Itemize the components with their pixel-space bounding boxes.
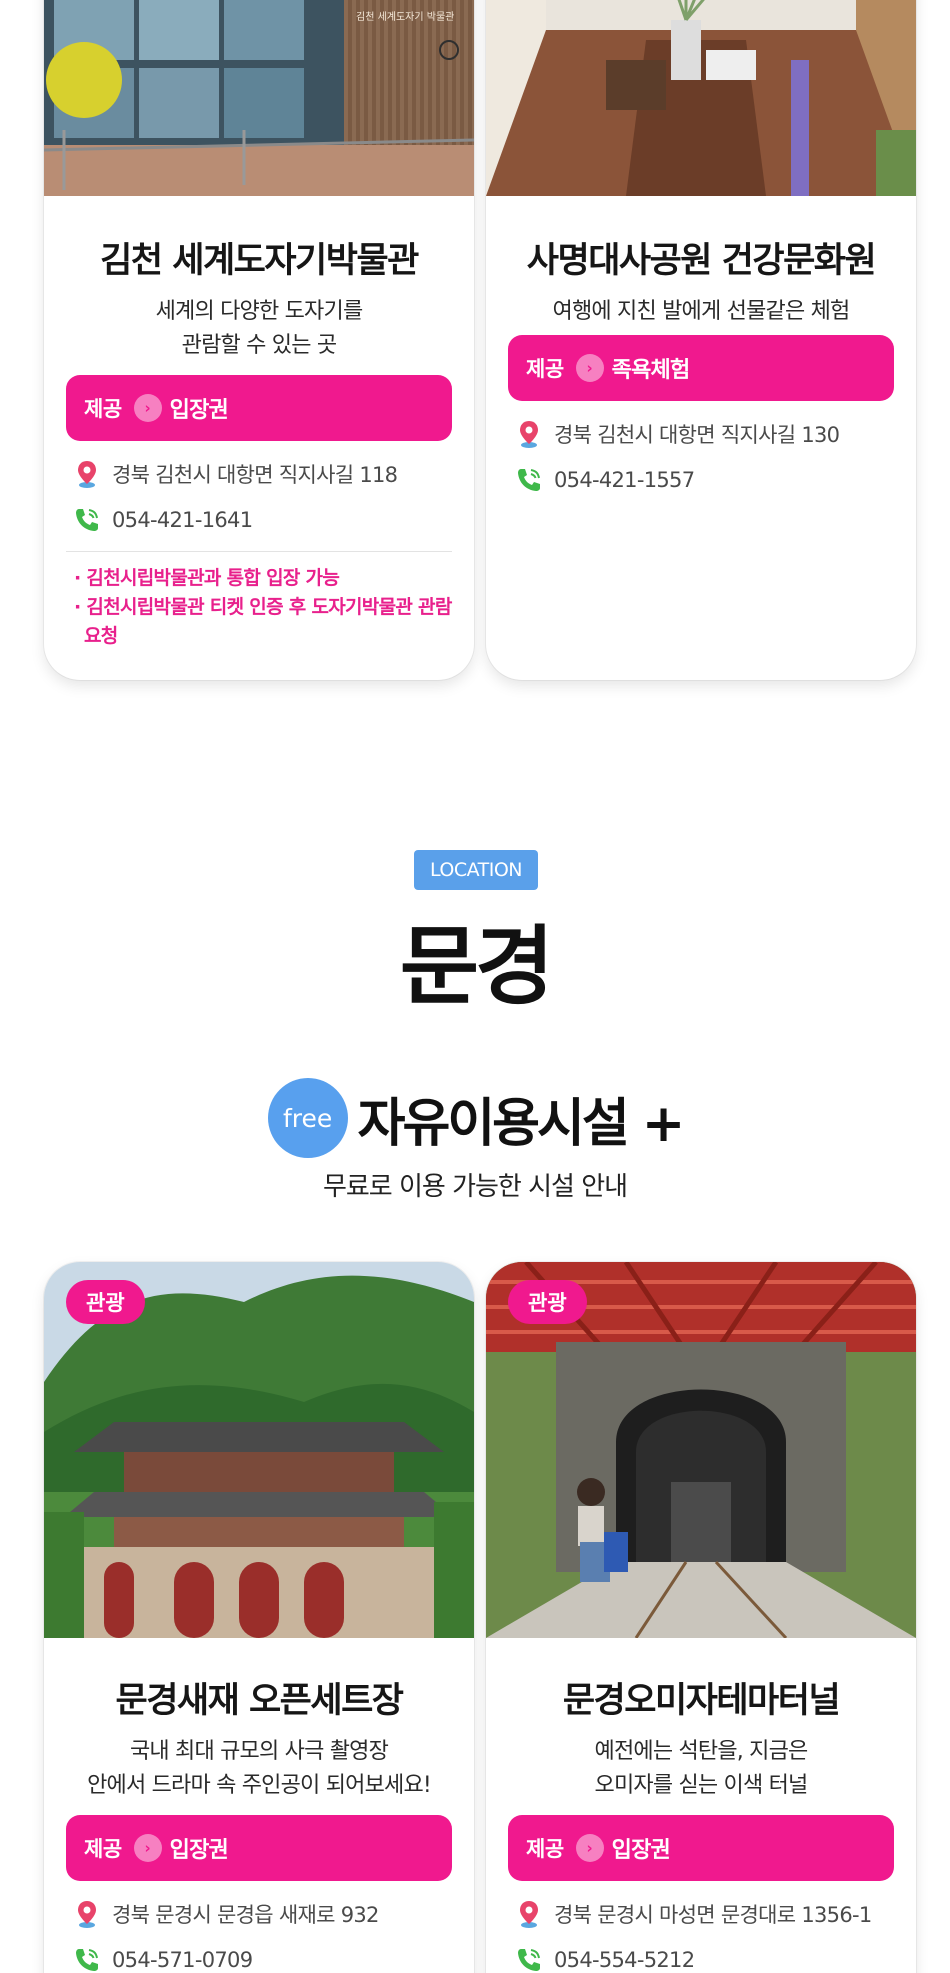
address-text: 경북 문경시 마성면 문경대로 1356-1 [554, 1903, 872, 1927]
phone-row[interactable]: 054-554-5212 [514, 1937, 916, 1973]
foot-bath-photo [486, 0, 916, 196]
map-pin-icon [520, 1901, 538, 1928]
chevron-right-icon: › [575, 1834, 604, 1862]
phone-icon [76, 509, 98, 531]
facility-card-omija-tunnel[interactable]: 관광 문경오미자테마터널 예전에는 석탄을, 지금은 오미자를 싣는 이색 터널… [486, 1262, 916, 1973]
phone-icon [518, 469, 540, 491]
provide-value: 입장권 [169, 1838, 229, 1863]
free-section-title: 자유이용시설 + [357, 1093, 686, 1154]
map-pin-icon [78, 461, 96, 488]
desc-line: 예전에는 석탄을, 지금은 [594, 1739, 809, 1764]
address-row: 경북 김천시 대항면 직지사길 118 [72, 451, 474, 497]
notice-item: · 김천시립박물관과 통합 입장 가능 [74, 567, 340, 589]
card-title: 김천 세계도자기박물관 [100, 241, 419, 281]
card-title: 문경오미자테마터널 [562, 1681, 841, 1721]
provide-benefit-bar: 제공 › 입장권 [66, 1815, 452, 1881]
phone-icon [76, 1949, 98, 1971]
map-pin-icon [78, 1901, 96, 1928]
provide-value: 입장권 [169, 398, 229, 423]
divider [66, 551, 452, 552]
phone-text: 054-421-1641 [112, 508, 253, 532]
provide-label: 제공 [84, 397, 122, 421]
ceramics-museum-photo: 김천 세계도자기 박물관 [44, 0, 474, 196]
chevron-right-icon: › [133, 394, 162, 422]
category-tag: 관광 [508, 1280, 587, 1324]
provide-label: 제공 [526, 1837, 564, 1861]
svg-text:김천 세계도자기 박물관: 김천 세계도자기 박물관 [356, 11, 454, 23]
provide-value: 입장권 [611, 1838, 671, 1863]
region-title: 문경 [399, 917, 554, 1017]
desc-line: 여행에 지친 발에게 선물같은 체험 [552, 299, 851, 324]
notice-item: · 김천시립박물관 티켓 인증 후 도자기박물관 관람 요청 [74, 596, 452, 647]
phone-row[interactable]: 054-421-1641 [72, 497, 474, 543]
card-description: 여행에 지친 발에게 선물같은 체험 [486, 295, 916, 329]
address-text: 경북 문경시 문경읍 새재로 932 [112, 1903, 379, 1927]
card-description: 예전에는 석탄을, 지금은 오미자를 싣는 이색 터널 [486, 1735, 916, 1803]
notice-list: · 김천시립박물관과 통합 입장 가능 · 김천시립박물관 티켓 인증 후 도자… [74, 564, 452, 651]
address-text: 경북 김천시 대항면 직지사길 130 [554, 423, 840, 447]
card-description: 세계의 다양한 도자기를 관람할 수 있는 곳 [44, 295, 474, 363]
facility-card-mungyeong-saejae[interactable]: 관광 문경새재 오픈세트장 국내 최대 규모의 사극 촬영장 안에서 드라마 속… [44, 1262, 474, 1973]
free-section-subtitle: 무료로 이용 가능한 시설 안내 [322, 1172, 628, 1202]
desc-line: 관람할 수 있는 곳 [181, 333, 337, 358]
address-row: 경북 문경시 마성면 문경대로 1356-1 [514, 1891, 916, 1937]
desc-line: 오미자를 싣는 이색 터널 [594, 1773, 809, 1798]
desc-line: 안에서 드라마 속 주인공이 되어보세요! [87, 1773, 432, 1798]
phone-row[interactable]: 054-571-0709 [72, 1937, 474, 1973]
provide-benefit-bar: 제공 › 족욕체험 [508, 335, 894, 401]
desc-line: 세계의 다양한 도자기를 [155, 299, 364, 324]
chevron-right-icon: › [575, 354, 604, 382]
address-row: 경북 김천시 대항면 직지사길 130 [514, 411, 916, 457]
free-facility-header: free 자유이용시설 + [0, 1078, 950, 1158]
category-tag: 관광 [66, 1280, 145, 1324]
address-text: 경북 김천시 대항면 직지사길 118 [112, 463, 398, 487]
open-set-photo: 관광 [44, 1262, 474, 1638]
omija-tunnel-photo: 관광 [486, 1262, 916, 1638]
provide-value: 족욕체험 [611, 358, 691, 383]
provide-label: 제공 [84, 1837, 122, 1861]
facility-card-gimcheon-ceramics[interactable]: 김천 세계도자기 박물관 김천 세계도자기박물관 세계의 다양한 도자기를 관람… [44, 0, 474, 680]
facility-card-samyeong-park[interactable]: 사명대사공원 건강문화원 여행에 지친 발에게 선물같은 체험 제공 › 족욕체… [486, 0, 916, 680]
card-description: 국내 최대 규모의 사극 촬영장 안에서 드라마 속 주인공이 되어보세요! [44, 1735, 474, 1803]
address-row: 경북 문경시 문경읍 새재로 932 [72, 1891, 474, 1937]
card-title: 문경새재 오픈세트장 [115, 1681, 405, 1721]
provide-label: 제공 [526, 357, 564, 381]
chevron-right-icon: › [133, 1834, 162, 1862]
phone-row[interactable]: 054-421-1557 [514, 457, 916, 503]
provide-benefit-bar: 제공 › 입장권 [66, 375, 452, 441]
phone-icon [518, 1949, 540, 1971]
free-badge: free [267, 1078, 348, 1158]
map-pin-icon [520, 421, 538, 448]
provide-benefit-bar: 제공 › 입장권 [508, 1815, 894, 1881]
phone-text: 054-421-1557 [554, 468, 695, 492]
phone-text: 054-571-0709 [112, 1948, 253, 1972]
location-badge: LOCATION [414, 850, 538, 890]
desc-line: 국내 최대 규모의 사극 촬영장 [129, 1739, 389, 1764]
phone-text: 054-554-5212 [554, 1948, 695, 1972]
card-title: 사명대사공원 건강문화원 [526, 241, 877, 281]
